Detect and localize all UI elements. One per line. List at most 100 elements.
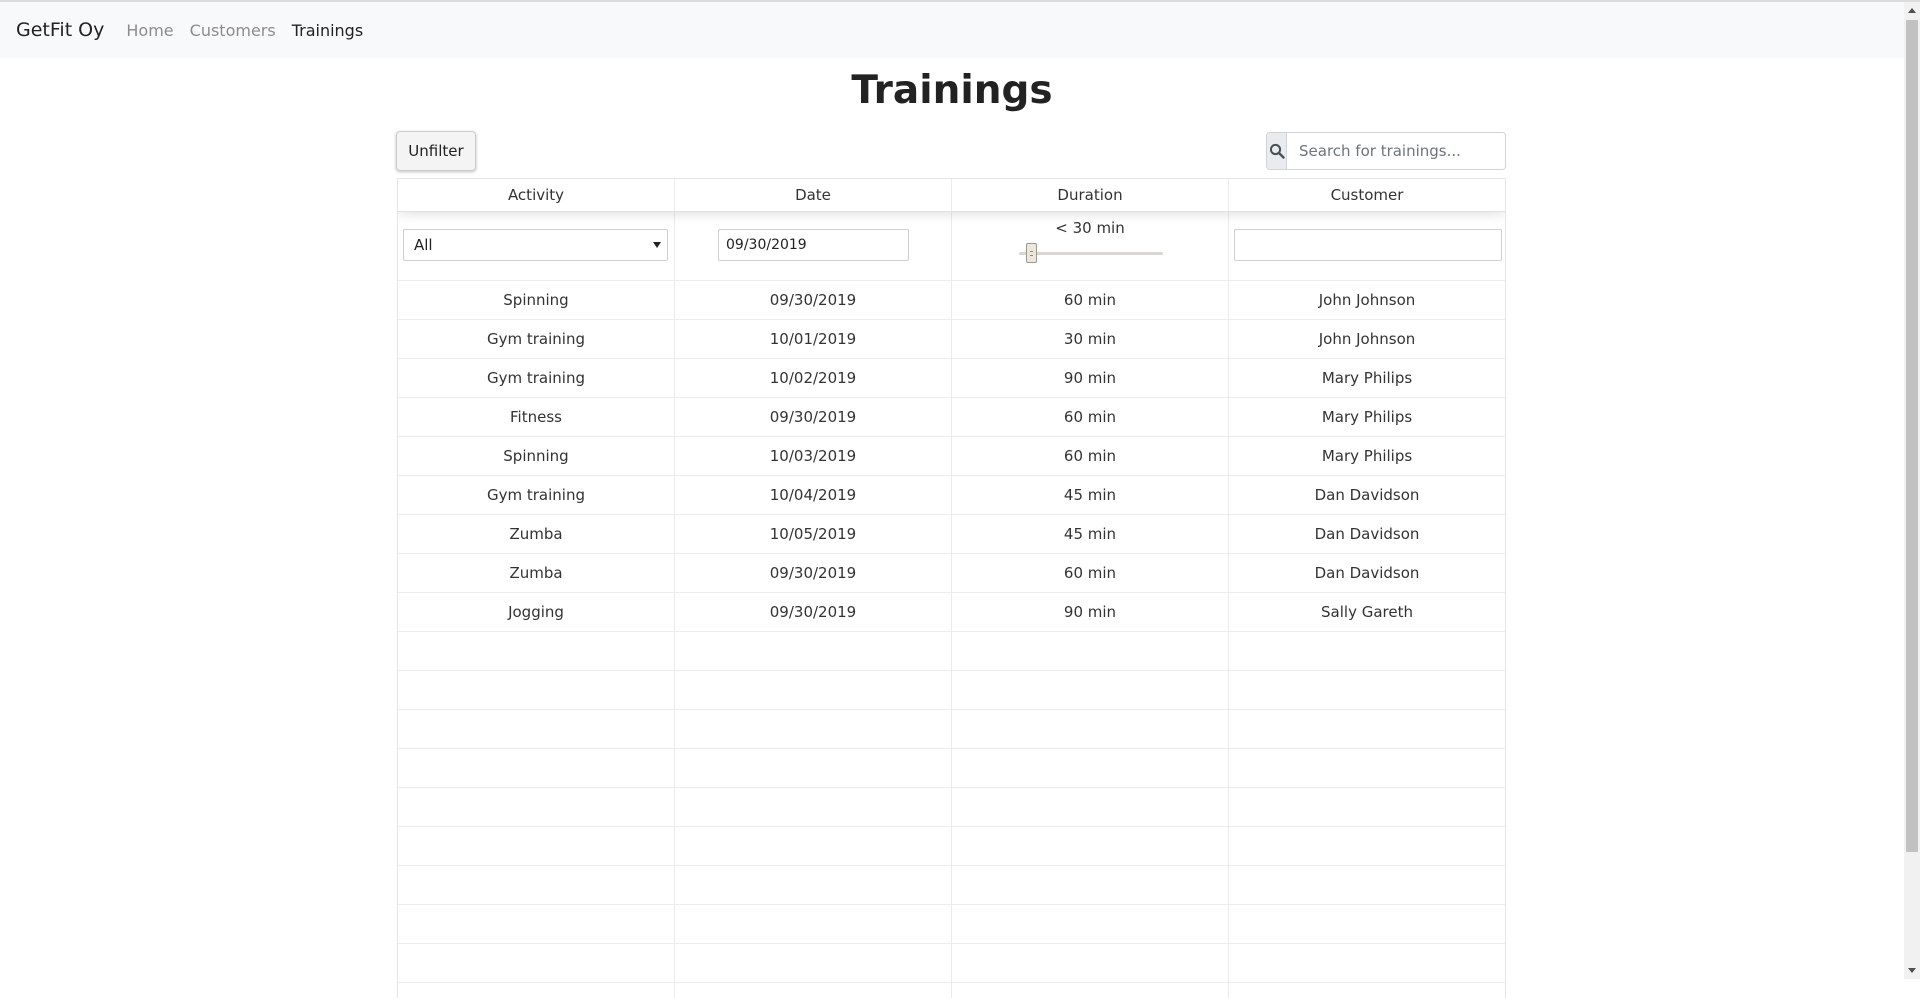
- empty-cell: [675, 749, 952, 787]
- cell-duration: 60 min: [952, 398, 1229, 436]
- table-row[interactable]: Zumba 10/05/2019 45 min Dan Davidson: [398, 515, 1505, 554]
- empty-cell: [675, 788, 952, 826]
- column-header-duration[interactable]: Duration: [952, 179, 1229, 211]
- table-row[interactable]: Jogging 09/30/2019 90 min Sally Gareth: [398, 593, 1505, 632]
- cell-duration: 45 min: [952, 476, 1229, 514]
- nav-link-trainings[interactable]: Trainings: [292, 21, 363, 40]
- table-row[interactable]: Gym training 10/01/2019 30 min John Johnson: [398, 320, 1505, 359]
- empty-cell: [675, 827, 952, 865]
- empty-cell: [675, 944, 952, 982]
- cell-date: 10/01/2019: [675, 320, 952, 358]
- filter-row: All < 30 min: [398, 212, 1505, 281]
- empty-row: [398, 983, 1505, 998]
- empty-cell: [398, 632, 675, 670]
- cell-activity: Zumba: [398, 554, 675, 592]
- cell-customer: John Johnson: [1318, 330, 1416, 348]
- empty-cell: [952, 632, 1229, 670]
- empty-cell: [675, 905, 952, 943]
- cell-activity: Spinning: [398, 281, 675, 319]
- empty-cell: [1229, 749, 1505, 787]
- filter-cell-customer: [1229, 212, 1505, 280]
- duration-filter-label: < 30 min: [1055, 219, 1125, 237]
- caret-down-icon: [653, 242, 661, 248]
- brand-logo[interactable]: GetFit Oy: [16, 19, 104, 41]
- cell-activity: Gym training: [398, 359, 675, 397]
- empty-cell: [1229, 905, 1505, 943]
- activity-filter-value: All: [414, 236, 433, 254]
- cell-date: 09/30/2019: [675, 398, 952, 436]
- cell-activity: Spinning: [398, 437, 675, 475]
- scroll-down-arrow-icon[interactable]: [1908, 968, 1916, 973]
- nav-link-home[interactable]: Home: [126, 21, 173, 40]
- empty-cell: [952, 983, 1229, 998]
- cell-duration: 90 min: [952, 359, 1229, 397]
- filter-cell-duration: < 30 min: [952, 212, 1229, 280]
- cell-customer: Dan Davidson: [1314, 525, 1420, 543]
- table-row[interactable]: Zumba 09/30/2019 60 min Dan Davidson: [398, 554, 1505, 593]
- unfilter-button[interactable]: Unfilter: [396, 131, 476, 171]
- activity-filter-select[interactable]: All: [403, 229, 668, 261]
- cell-customer: John Johnson: [1318, 291, 1416, 309]
- trainings-table: Activity Date Duration Customer All < 30…: [397, 178, 1506, 998]
- empty-cell: [398, 866, 675, 904]
- empty-cell: [1229, 827, 1505, 865]
- cell-duration: 90 min: [952, 593, 1229, 631]
- empty-row: [398, 827, 1505, 866]
- empty-cell: [675, 866, 952, 904]
- cell-activity: Gym training: [398, 320, 675, 358]
- cell-duration: 30 min: [952, 320, 1229, 358]
- empty-cell: [1229, 710, 1505, 748]
- empty-cell: [398, 905, 675, 943]
- nav-link-customers[interactable]: Customers: [190, 21, 276, 40]
- column-header-activity[interactable]: Activity: [398, 179, 675, 211]
- empty-cell: [952, 905, 1229, 943]
- customer-filter-input[interactable]: [1234, 229, 1502, 261]
- cell-customer: Dan Davidson: [1314, 486, 1420, 504]
- cell-customer: Dan Davidson: [1314, 564, 1420, 582]
- table-row[interactable]: Spinning 09/30/2019 60 min John Johnson: [398, 281, 1505, 320]
- search-icon[interactable]: [1267, 133, 1287, 169]
- empty-row: [398, 710, 1505, 749]
- empty-row: [398, 632, 1505, 671]
- table-row[interactable]: Fitness 09/30/2019 60 min Mary Philips: [398, 398, 1505, 437]
- scrollbar-thumb[interactable]: [1906, 20, 1918, 852]
- empty-row: [398, 944, 1505, 983]
- empty-cell: [398, 671, 675, 709]
- cell-duration: 60 min: [952, 281, 1229, 319]
- column-header-date[interactable]: Date: [675, 179, 952, 211]
- table-row[interactable]: Gym training 10/04/2019 45 min Dan Davidson: [398, 476, 1505, 515]
- page-title: Trainings: [851, 68, 1053, 113]
- empty-cell: [398, 827, 675, 865]
- duration-slider-handle[interactable]: [1026, 243, 1037, 263]
- date-filter-input[interactable]: [718, 229, 909, 261]
- navbar: GetFit Oy Home Customers Trainings: [0, 2, 1904, 58]
- empty-cell: [398, 983, 675, 998]
- page-scrollbar[interactable]: [1904, 2, 1920, 979]
- duration-slider-track[interactable]: [1019, 252, 1163, 255]
- column-header-customer[interactable]: Customer: [1229, 179, 1505, 211]
- cell-date: 10/03/2019: [675, 437, 952, 475]
- empty-cell: [398, 749, 675, 787]
- scroll-up-arrow-icon[interactable]: [1908, 8, 1916, 13]
- table-row[interactable]: Gym training 10/02/2019 90 min Mary Philips: [398, 359, 1505, 398]
- cell-date: 10/05/2019: [675, 515, 952, 553]
- cell-customer: Mary Philips: [1321, 447, 1413, 465]
- cell-activity: Gym training: [398, 476, 675, 514]
- empty-cell: [398, 788, 675, 826]
- filter-cell-activity: All: [398, 212, 675, 280]
- search-input[interactable]: [1287, 133, 1505, 169]
- search-group: [1266, 132, 1506, 170]
- cell-duration: 60 min: [952, 437, 1229, 475]
- empty-cell: [1229, 788, 1505, 826]
- cell-date: 09/30/2019: [675, 554, 952, 592]
- empty-cell: [952, 671, 1229, 709]
- filter-cell-date: [675, 212, 952, 280]
- empty-cell: [1229, 671, 1505, 709]
- empty-cell: [675, 983, 952, 998]
- table-row[interactable]: Spinning 10/03/2019 60 min Mary Philips: [398, 437, 1505, 476]
- empty-cell: [1229, 866, 1505, 904]
- empty-row: [398, 788, 1505, 827]
- empty-cell: [398, 710, 675, 748]
- empty-cell: [675, 671, 952, 709]
- cell-customer: Mary Philips: [1321, 408, 1413, 426]
